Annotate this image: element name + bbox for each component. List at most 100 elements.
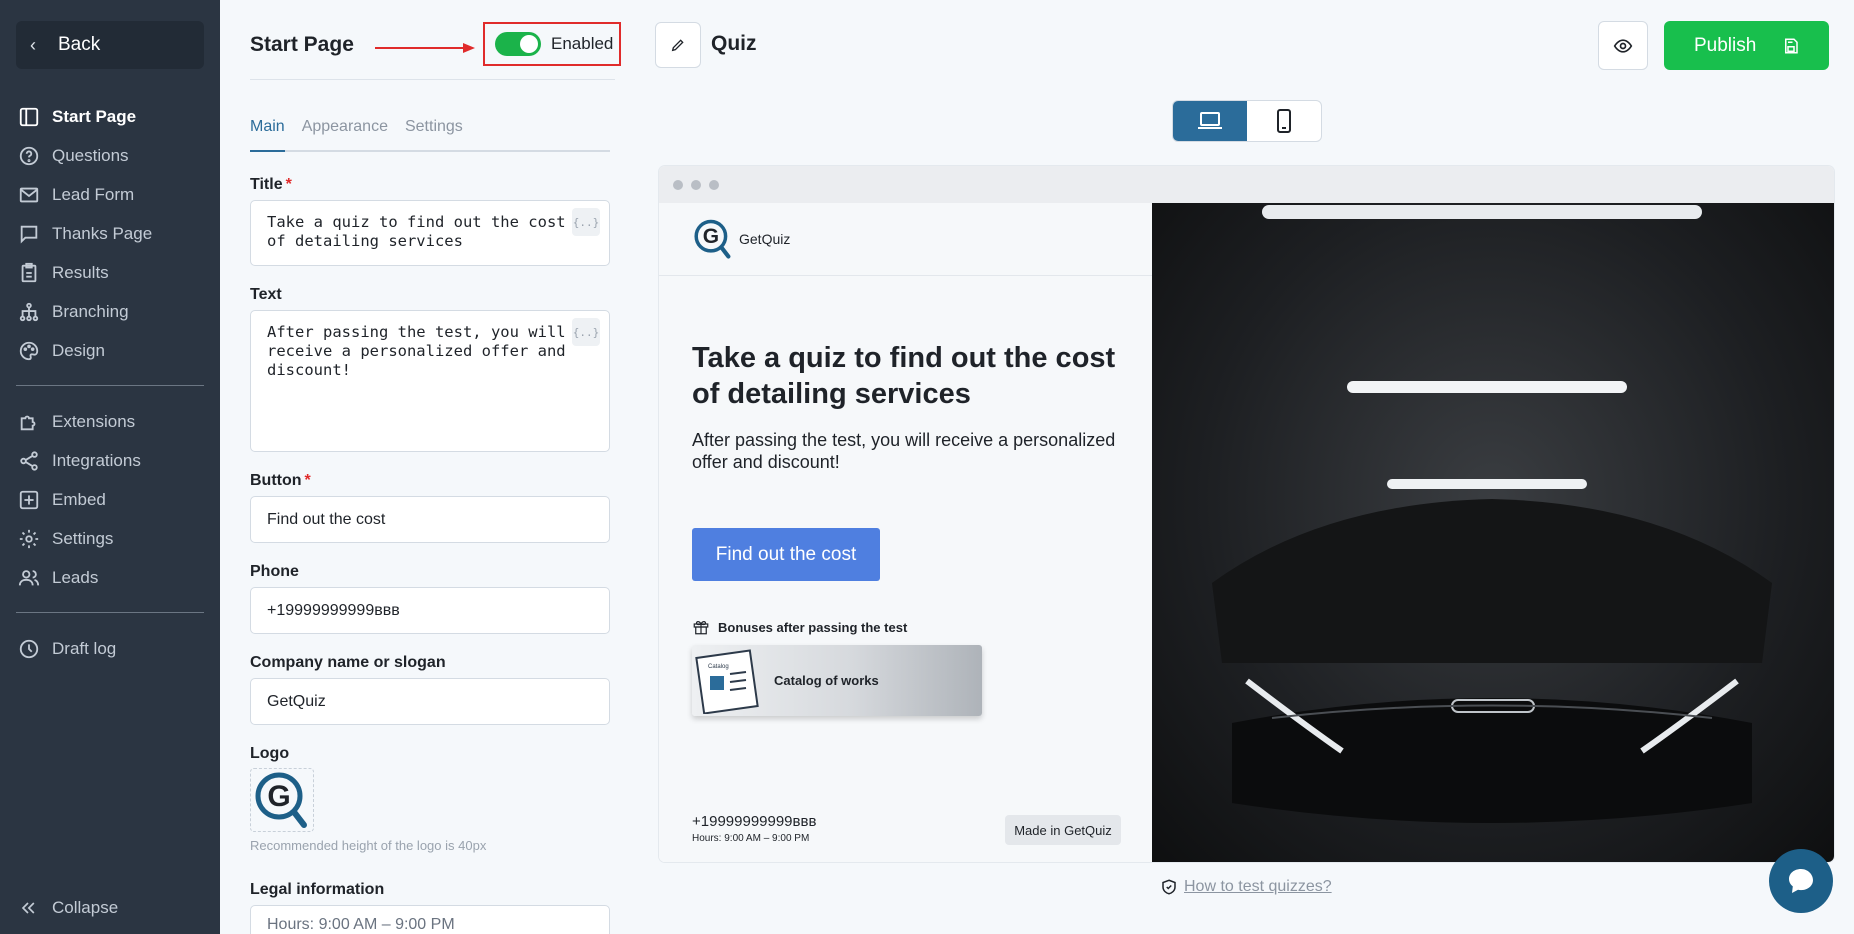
eye-icon bbox=[1613, 38, 1633, 53]
browser-chrome bbox=[659, 166, 1834, 203]
preview-cta-button[interactable]: Find out the cost bbox=[692, 528, 880, 581]
mobile-view-button[interactable] bbox=[1247, 101, 1321, 141]
sidebar-item-results[interactable]: Results bbox=[0, 253, 220, 292]
sidebar-item-embed[interactable]: Embed bbox=[0, 480, 220, 519]
button-text-input[interactable]: Find out the cost bbox=[250, 496, 610, 543]
sidebar-item-extensions[interactable]: Extensions bbox=[0, 402, 220, 441]
save-icon bbox=[1785, 38, 1799, 53]
plus-square-icon bbox=[19, 490, 39, 509]
sidebar-item-settings[interactable]: Settings bbox=[0, 519, 220, 558]
made-in-badge[interactable]: Made in GetQuiz bbox=[1005, 815, 1121, 845]
bonus-thumb-text: Catalog bbox=[708, 664, 729, 670]
desktop-view-button[interactable] bbox=[1173, 101, 1247, 141]
phone-field-label: Phone bbox=[250, 563, 299, 580]
preview-button[interactable] bbox=[1598, 21, 1648, 70]
sidebar-divider bbox=[16, 612, 204, 613]
bonus-card[interactable]: Catalog Catalog of works bbox=[692, 645, 982, 716]
edit-title-button[interactable] bbox=[655, 22, 701, 68]
preview-brand: GetQuiz bbox=[739, 231, 791, 247]
double-chevron-left-icon bbox=[21, 902, 35, 914]
toggle-switch[interactable] bbox=[495, 32, 541, 56]
device-switcher bbox=[1172, 100, 1322, 142]
sidebar-item-thanks-page[interactable]: Thanks Page bbox=[0, 214, 220, 253]
svg-text:G: G bbox=[703, 225, 719, 248]
clipboard-icon bbox=[21, 262, 37, 282]
mail-icon bbox=[19, 187, 39, 202]
sidebar-item-label: Questions bbox=[52, 145, 129, 165]
sidebar-item-questions[interactable]: Questions bbox=[0, 136, 220, 175]
branching-icon bbox=[19, 302, 39, 321]
sidebar-item-label: Draft log bbox=[52, 638, 117, 658]
sidebar-item-label: Branching bbox=[52, 301, 129, 321]
users-icon bbox=[18, 569, 40, 585]
collapse-label: Collapse bbox=[52, 898, 119, 917]
sidebar-item-design[interactable]: Design bbox=[0, 331, 220, 370]
sidebar-item-label: Leads bbox=[52, 567, 99, 587]
sidebar-item-leads[interactable]: Leads bbox=[0, 558, 220, 597]
sidebar-item-label: Design bbox=[52, 340, 105, 360]
window-dot bbox=[691, 179, 701, 190]
tab-settings[interactable]: Settings bbox=[405, 118, 463, 150]
message-square-icon bbox=[20, 225, 38, 244]
sidebar-item-lead-form[interactable]: Lead Form bbox=[0, 175, 220, 214]
sidebar-item-label: Embed bbox=[52, 489, 106, 509]
gear-icon bbox=[19, 529, 39, 548]
sidebar-item-branching[interactable]: Branching bbox=[0, 292, 220, 331]
logo-field-label: Logo bbox=[250, 745, 290, 762]
sidebar-item-label: Thanks Page bbox=[52, 223, 153, 243]
text-field[interactable]: After passing the test, you will receive… bbox=[250, 310, 610, 452]
sidebar-item-label: Start Page bbox=[52, 106, 137, 126]
preview-hours: Hours: 9:00 AM – 9:00 PM bbox=[692, 833, 810, 844]
back-label: Back bbox=[58, 34, 101, 55]
preview-content: G GetQuiz Take a quiz to find out the co… bbox=[659, 203, 1152, 862]
red-arrow-annotation bbox=[375, 43, 475, 53]
quiz-title: Quiz bbox=[711, 32, 757, 55]
pencil-icon bbox=[671, 39, 684, 52]
car-garage-image bbox=[1212, 205, 1772, 823]
sidebar-item-draft-log[interactable]: Draft log bbox=[0, 629, 220, 668]
help-link[interactable]: How to test quizzes? bbox=[1160, 878, 1332, 896]
logo-hint: Recommended height of the logo is 40px bbox=[250, 838, 487, 853]
editor-topbar: Quiz Publish bbox=[640, 0, 1854, 82]
history-icon bbox=[19, 639, 39, 658]
puzzle-icon bbox=[20, 415, 36, 430]
integrations-icon bbox=[20, 450, 38, 471]
variables-button[interactable]: {..} bbox=[572, 318, 600, 346]
window-dot bbox=[709, 179, 719, 190]
palette-icon bbox=[19, 341, 39, 360]
shield-icon bbox=[1162, 879, 1176, 895]
title-field[interactable]: Take a quiz to find out the cost of deta… bbox=[250, 200, 610, 266]
sidebar-item-start-page[interactable]: Start Page bbox=[0, 97, 220, 136]
company-input[interactable]: GetQuiz bbox=[250, 678, 610, 725]
catalog-thumbnail-icon: Catalog bbox=[695, 648, 759, 714]
back-button[interactable]: ‹ Back bbox=[16, 21, 204, 69]
bonus-title: Bonuses after passing the test bbox=[692, 618, 907, 636]
logo-upload[interactable]: G bbox=[250, 768, 314, 832]
chat-button[interactable] bbox=[1769, 849, 1833, 913]
sidebar-item-integrations[interactable]: Integrations bbox=[0, 441, 220, 480]
layout-icon bbox=[19, 107, 39, 126]
getquiz-logo-icon: G bbox=[255, 772, 307, 828]
collapse-button[interactable]: Collapse bbox=[18, 898, 118, 918]
text-field-label: Text bbox=[250, 286, 282, 303]
toggle-label: Enabled bbox=[551, 34, 614, 53]
preview-header: G GetQuiz bbox=[659, 203, 1152, 276]
tab-main[interactable]: Main bbox=[250, 118, 285, 152]
panel-tabs: Main Appearance Settings bbox=[250, 118, 610, 152]
tab-appearance[interactable]: Appearance bbox=[302, 118, 388, 150]
publish-button[interactable]: Publish bbox=[1664, 21, 1829, 70]
chat-bubble-icon bbox=[1789, 869, 1813, 893]
sidebar-nav: Start Page Questions Lead Form Thanks Pa… bbox=[0, 97, 220, 668]
chevron-left-icon: ‹ bbox=[30, 34, 36, 55]
sidebar-item-label: Settings bbox=[52, 528, 114, 548]
variables-button[interactable]: {..} bbox=[572, 208, 600, 236]
quiz-preview: G GetQuiz Take a quiz to find out the co… bbox=[659, 166, 1834, 862]
gift-icon bbox=[693, 621, 709, 635]
title-field-label: Title * bbox=[250, 176, 292, 193]
sidebar-divider bbox=[16, 385, 204, 386]
enabled-toggle[interactable]: Enabled bbox=[483, 22, 621, 66]
bonus-item-label: Catalog of works bbox=[774, 673, 879, 688]
phone-input[interactable]: +19999999999ввв bbox=[250, 587, 610, 634]
sidebar-item-label: Lead Form bbox=[52, 184, 135, 204]
legal-info-input[interactable]: Hours: 9:00 AM – 9:00 PM bbox=[250, 905, 610, 934]
